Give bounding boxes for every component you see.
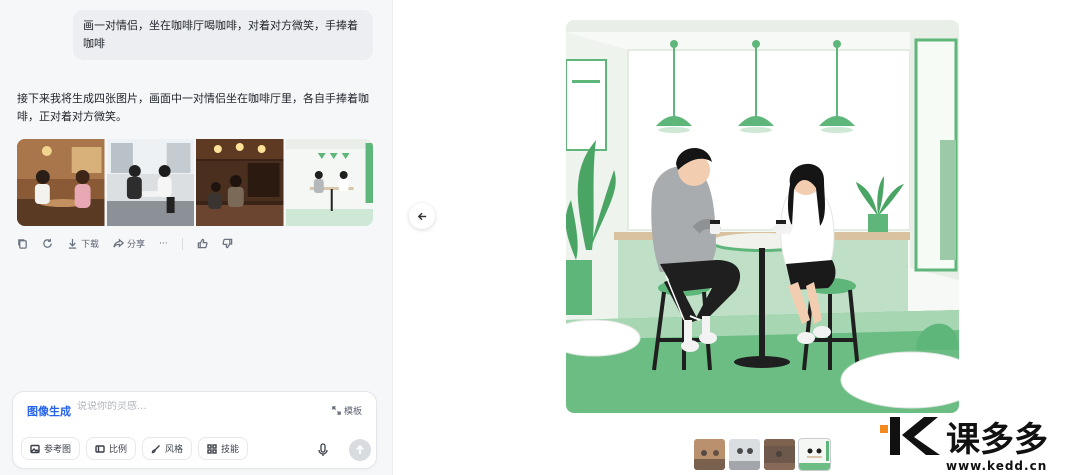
mode-label[interactable]: 图像生成 — [27, 403, 71, 419]
share-label: 分享 — [127, 240, 146, 250]
skill-button[interactable]: 技能 — [198, 437, 249, 460]
generated-image-1[interactable] — [17, 139, 105, 226]
arrow-left-icon — [417, 212, 426, 220]
generated-image-grid — [17, 139, 373, 226]
strip-thumbnail-4[interactable] — [798, 438, 831, 471]
style-button[interactable]: 风格 — [142, 437, 193, 460]
arrow-up-icon — [356, 445, 364, 454]
preview-image[interactable] — [566, 20, 959, 413]
download-label: 下载 — [81, 240, 100, 250]
dislike-button[interactable] — [222, 238, 233, 249]
download-icon — [68, 238, 77, 249]
aspect-ratio-icon — [95, 444, 105, 453]
copy-button[interactable] — [17, 238, 28, 249]
download-button[interactable]: 下载 — [67, 237, 99, 250]
chat-panel: 画一对情侣，坐在咖啡厅喝咖啡，对着对方微笑，手捧着咖啡 接下来我将生成四张图片，… — [0, 0, 393, 475]
collapse-panel-button[interactable] — [409, 203, 435, 229]
composer-options: 参考图 比例 风格 技能 — [21, 437, 249, 460]
microphone-icon[interactable] — [317, 443, 329, 457]
divider — [181, 237, 183, 250]
copy-icon — [18, 239, 27, 249]
assistant-message: 接下来我将生成四张图片，画面中一对情侣坐在咖啡厅里，各自手捧着咖啡，正对着对方微… — [17, 92, 369, 123]
style-label: 风格 — [165, 445, 184, 455]
like-button[interactable] — [197, 238, 208, 249]
strip-thumbnail-2[interactable] — [729, 439, 760, 470]
reference-image-button[interactable]: 参考图 — [21, 437, 81, 460]
reference-label: 参考图 — [44, 445, 72, 455]
user-message: 画一对情侣，坐在咖啡厅喝咖啡，对着对方微笑，手捧着咖啡 — [73, 10, 373, 60]
more-button[interactable]: ··· — [159, 239, 168, 249]
thumbs-down-icon — [222, 238, 232, 249]
share-icon — [113, 238, 125, 248]
image-icon — [30, 444, 40, 453]
strip-thumbnail-3[interactable] — [764, 439, 795, 470]
ratio-label: 比例 — [109, 445, 128, 455]
message-actions: 下载 分享 ··· — [17, 237, 233, 250]
regenerate-button[interactable] — [42, 238, 53, 249]
refresh-icon — [43, 238, 52, 248]
send-button[interactable] — [349, 439, 371, 461]
brush-icon — [151, 444, 161, 453]
strip-thumbnail-1[interactable] — [694, 439, 725, 470]
grid-icon — [207, 443, 217, 454]
expand-icon — [332, 406, 341, 415]
watermark-brand: 课多多 — [946, 420, 1048, 460]
share-button[interactable]: 分享 — [113, 237, 145, 250]
template-label: 模板 — [343, 407, 362, 417]
generated-image-4[interactable] — [285, 139, 373, 226]
prompt-input[interactable] — [77, 401, 297, 412]
generated-image-3[interactable] — [196, 139, 284, 226]
generated-image-2[interactable] — [106, 139, 194, 226]
template-button[interactable]: 模板 — [332, 404, 362, 417]
preview-thumbnail-strip — [694, 438, 831, 471]
ratio-button[interactable]: 比例 — [86, 437, 137, 460]
skill-label: 技能 — [221, 445, 240, 455]
thumbs-up-icon — [197, 238, 208, 249]
prompt-composer: 图像生成 模板 参考图 比例 风格 技能 — [12, 391, 377, 469]
watermark-url: www.kedd.cn — [946, 459, 1048, 473]
